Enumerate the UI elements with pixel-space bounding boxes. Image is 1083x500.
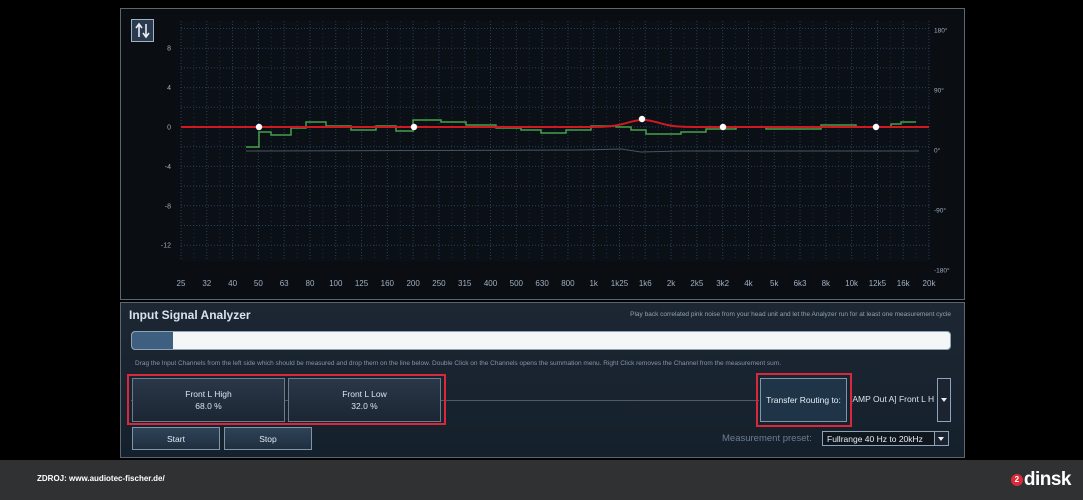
phase-axis-tick-label: 180°	[934, 27, 948, 35]
x-axis-tick-label: 10k	[845, 279, 859, 288]
x-axis-tick-label: 100	[329, 279, 343, 288]
routing-target-select[interactable]: [AMP Out A] Front L H	[848, 378, 951, 422]
source-caption: ZDROJ: www.audiotec-fischer.de/	[37, 474, 165, 483]
x-axis-tick-label: 315	[458, 279, 472, 288]
y-axis-tick-label: -8	[165, 203, 171, 210]
y-axis-tick-label: 4	[167, 85, 171, 92]
measurement-preset-select[interactable]: Fullrange 40 Hz to 20kHz	[822, 431, 949, 446]
eq-band-handle[interactable]	[255, 123, 263, 131]
app-window: 8 4 0 -4 -8 -12 180° 90° 0° -90° -180° 25 32 40 50 63 80…	[0, 0, 1083, 500]
x-axis-tick-label: 12k5	[869, 279, 887, 288]
x-axis-tick-label: 2k5	[690, 279, 703, 288]
x-axis-tick-label: 40	[228, 279, 237, 288]
brand-name: dinsk	[1023, 469, 1072, 490]
x-axis-tick-label: 160	[381, 279, 395, 288]
x-axis-tick-label: 1k6	[639, 279, 652, 288]
analyzer-title: Input Signal Analyzer	[129, 308, 251, 322]
brand-mark: 2	[1010, 474, 1023, 486]
highlight-frame-channels	[127, 374, 446, 425]
x-axis-tick-label: 32	[202, 279, 211, 288]
instructions-text: Drag the Input Channels from the left si…	[135, 360, 782, 367]
phase-axis-tick-label: -90°	[934, 207, 946, 215]
x-axis-tick-label: 50	[254, 279, 263, 288]
progress-fill	[132, 332, 173, 349]
eq-band-handle[interactable]	[410, 123, 418, 131]
measurement-progress-bar	[131, 331, 951, 350]
highlight-frame-transfer	[756, 373, 852, 427]
graph-canvas: 840-4-8-12180°90°0°-90°-180°25 32 40 50 63 80…	[161, 21, 950, 288]
x-axis-tick-label: 20k	[923, 279, 937, 288]
x-axis-tick-label: 500	[510, 279, 524, 288]
x-axis-tick-label: 1k	[589, 279, 598, 288]
y-axis-tick-label: -4	[165, 164, 171, 171]
phase-axis-tick-label: 0°	[934, 147, 941, 155]
y-axis-tick-label: 0	[167, 125, 171, 132]
x-axis-tick-label: 200	[406, 279, 420, 288]
caption-bar: ZDROJ: www.audiotec-fischer.de/ 2 dinsk	[0, 460, 1083, 500]
x-axis-tick-label: 400	[484, 279, 498, 288]
x-axis-tick-label: 80	[306, 279, 315, 288]
start-button[interactable]: Start	[132, 427, 220, 450]
brand-logo: 2 dinsk	[1010, 469, 1072, 491]
chevron-down-icon[interactable]	[934, 432, 948, 445]
frequency-response-graph: 8 4 0 -4 -8 -12 180° 90° 0° -90° -180° 25 32 40 50 63 80…	[120, 8, 965, 300]
eq-band-handle[interactable]	[638, 115, 646, 123]
x-axis-tick-label: 25	[177, 279, 186, 288]
x-axis-tick-label: 630	[535, 279, 549, 288]
eq-band-handle[interactable]	[719, 123, 727, 131]
analyzer-hint: Play back correlated pink noise from you…	[630, 311, 951, 318]
stop-button[interactable]: Stop	[224, 427, 312, 450]
x-axis-tick-label: 1k25	[611, 279, 629, 288]
preset-value: Fullrange 40 Hz to 20kHz	[827, 434, 923, 444]
x-axis-tick-label: 16k	[897, 279, 911, 288]
x-axis-tick-label: 4k	[744, 279, 753, 288]
phase-axis-tick-label: -180°	[934, 267, 950, 275]
x-axis-tick-label: 63	[280, 279, 289, 288]
x-axis-tick-label: 8k	[822, 279, 831, 288]
x-axis-tick-label: 3k2	[716, 279, 729, 288]
x-axis-tick-label: 6k3	[794, 279, 807, 288]
measurement-preset-label: Measurement preset:	[722, 433, 812, 444]
chevron-down-icon[interactable]	[937, 378, 951, 422]
x-axis-tick-label: 5k	[770, 279, 779, 288]
eq-band-handle[interactable]	[872, 123, 880, 131]
x-axis-tick-label: 800	[561, 279, 575, 288]
swap-vertical-icon[interactable]	[131, 19, 154, 42]
y-axis-tick-label: 8	[167, 46, 171, 53]
routing-target-value: [AMP Out A] Front L H	[850, 394, 934, 404]
x-axis-tick-label: 2k	[667, 279, 676, 288]
y-axis-tick-label: -12	[161, 243, 171, 250]
x-axis-tick-label: 125	[355, 279, 369, 288]
phase-axis-tick-label: 90°	[934, 87, 944, 95]
x-axis-tick-label: 250	[432, 279, 446, 288]
